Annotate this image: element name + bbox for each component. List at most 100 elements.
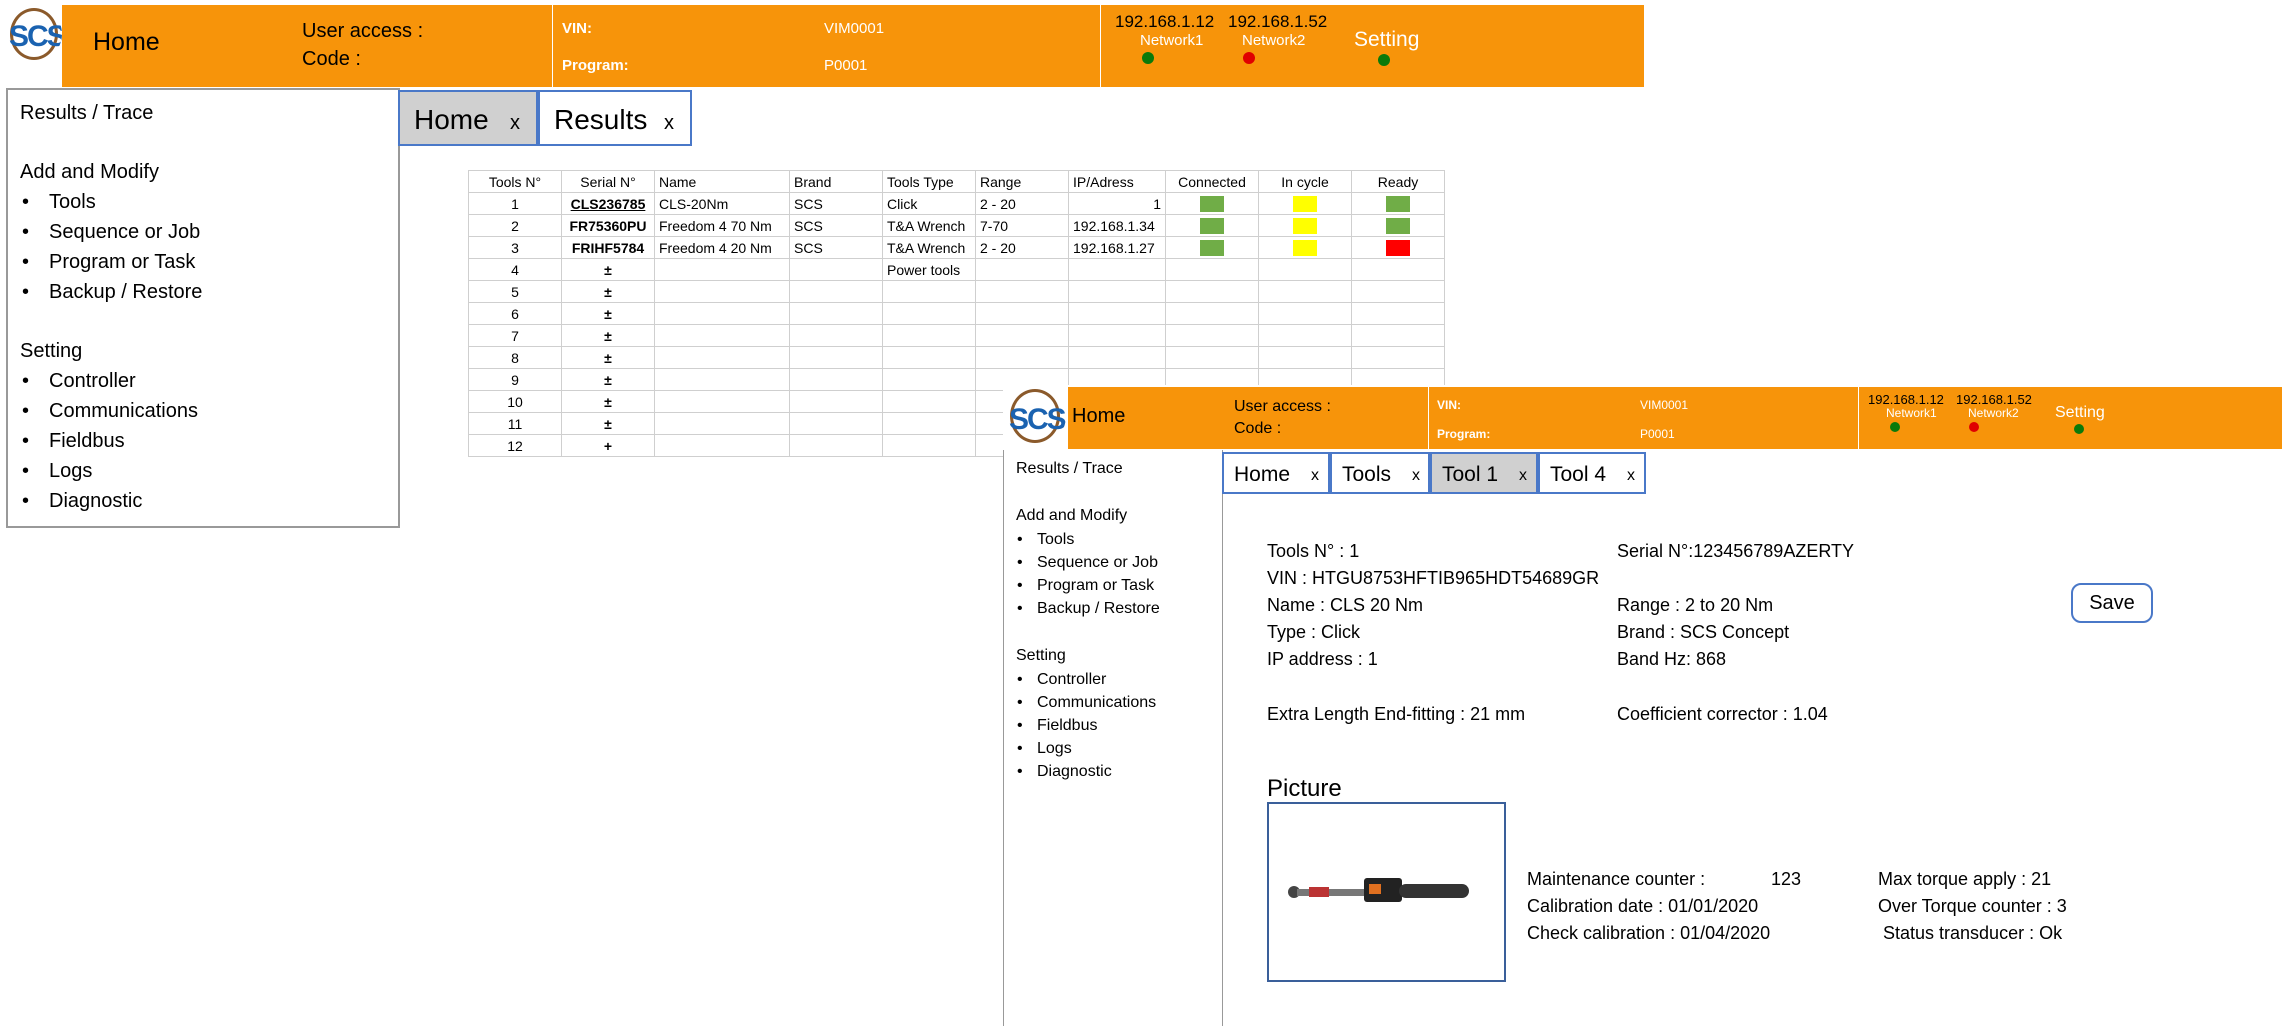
add-tool-icon[interactable]: ± (561, 280, 655, 303)
col-name: Name (654, 170, 790, 193)
save-button[interactable]: Save (2071, 583, 2153, 623)
table-cell (1165, 280, 1259, 303)
status-square (1293, 218, 1317, 235)
cell-serial[interactable]: FRIHF5784 (561, 236, 655, 259)
tab-close-icon[interactable]: x (1412, 467, 1420, 485)
sidebar-item-diagnostic[interactable]: Diagnostic (1037, 763, 1112, 781)
add-tool-icon[interactable]: + (561, 434, 655, 457)
setting-link[interactable]: Setting (1354, 28, 1419, 52)
sidebar-item-communications[interactable]: Communications (1037, 694, 1156, 712)
tab-tools[interactable]: Tools x (1330, 452, 1430, 494)
cell-serial[interactable]: CLS236785 (561, 192, 655, 215)
sidebar-item-sequence[interactable]: Sequence or Job (49, 221, 200, 244)
tab-close-icon[interactable]: x (1627, 467, 1635, 485)
add-tool-icon[interactable]: ± (561, 390, 655, 413)
cell-type: Power tools (882, 258, 976, 281)
table-row[interactable]: 5 ± (468, 280, 1445, 303)
sidebar-item-controller[interactable]: Controller (1037, 671, 1106, 689)
add-tool-icon[interactable]: ± (561, 258, 655, 281)
col-serial: Serial N° (561, 170, 655, 193)
table-cell (882, 412, 976, 435)
bullet: • (22, 370, 30, 392)
user-access-label: User access : (302, 20, 424, 42)
sidebar-item-diagnostic[interactable]: Diagnostic (49, 490, 142, 513)
cell-range: 7-70 (975, 214, 1069, 237)
sidebar-item-fieldbus[interactable]: Fieldbus (49, 430, 125, 453)
sidebar-item-results[interactable]: Results / Trace (1016, 460, 1123, 478)
network2-label: Network2 (1968, 406, 2019, 420)
tab-tool-1[interactable]: Tool 1 x (1430, 452, 1538, 494)
add-tool-icon[interactable]: ± (561, 412, 655, 435)
table-row[interactable]: 7 ± (468, 324, 1445, 347)
col-ready: Ready (1351, 170, 1445, 193)
sidebar-item-communications[interactable]: Communications (49, 400, 198, 423)
sidebar-item-backup[interactable]: Backup / Restore (1037, 600, 1160, 618)
add-tool-icon[interactable]: ± (561, 346, 655, 369)
table-cell (1258, 258, 1352, 281)
sidebar-item-backup[interactable]: Backup / Restore (49, 281, 202, 304)
cell-tools-no: 5 (468, 280, 562, 303)
sidebar-item-program[interactable]: Program or Task (1037, 577, 1154, 595)
add-tool-icon[interactable]: ± (561, 324, 655, 347)
bullet: • (1017, 694, 1023, 711)
home-title[interactable]: Home (1072, 405, 1125, 428)
info-brand: Brand : SCS Concept (1617, 622, 1790, 642)
ip-network2: 192.168.1.52 (1228, 12, 1328, 31)
bullet: • (1017, 531, 1023, 548)
info-ip: IP address : 1 (1267, 649, 1378, 669)
sidebar-item-results[interactable]: Results / Trace (20, 102, 153, 125)
bullet: • (1017, 577, 1023, 594)
table-cell (882, 368, 976, 391)
cell-ready (1351, 214, 1445, 237)
tab-label: Tools (1342, 463, 1392, 486)
col-range: Range (975, 170, 1069, 193)
sidebar-item-logs[interactable]: Logs (49, 460, 92, 483)
cell-serial[interactable]: FR75360PU (561, 214, 655, 237)
table-cell (654, 390, 790, 413)
add-tool-icon[interactable]: ± (561, 368, 655, 391)
tab-close-icon[interactable]: x (664, 112, 674, 135)
tab-close-icon[interactable]: x (1519, 467, 1527, 485)
table-row[interactable]: 3 FRIHF5784 Freedom 4 20 Nm SCS T&A Wren… (468, 236, 1445, 259)
sidebar-item-logs[interactable]: Logs (1037, 740, 1072, 758)
tab-tool-4[interactable]: Tool 4 x (1538, 452, 1646, 494)
vin-label: VIN: (1437, 398, 1461, 412)
status-square (1293, 196, 1317, 213)
status-square (1386, 196, 1410, 213)
sidebar-item-sequence[interactable]: Sequence or Job (1037, 554, 1158, 572)
table-row[interactable]: 1 CLS236785 CLS-20Nm SCS Click 2 - 20 1 (468, 192, 1445, 215)
sidebar-item-controller[interactable]: Controller (49, 370, 136, 393)
table-row[interactable]: 8 ± (468, 346, 1445, 369)
table-cell (654, 324, 790, 347)
table-row[interactable]: 2 FR75360PU Freedom 4 70 Nm SCS T&A Wren… (468, 214, 1445, 237)
tab-close-icon[interactable]: x (1311, 467, 1319, 485)
check-calibration: Check calibration : 01/04/2020 (1527, 923, 1771, 943)
sidebar-item-fieldbus[interactable]: Fieldbus (1037, 717, 1097, 735)
table-row[interactable]: 6 ± (468, 302, 1445, 325)
scs-logo: SCS (6, 6, 62, 62)
add-tool-icon[interactable]: ± (561, 302, 655, 325)
tab-close-icon[interactable]: x (510, 112, 520, 135)
cell-tools-no: 3 (468, 236, 562, 259)
table-row[interactable]: 4 ± Power tools (468, 258, 1445, 281)
sidebar-item-program[interactable]: Program or Task (49, 251, 195, 274)
col-ip: IP/Adress (1068, 170, 1166, 193)
cell-tools-no: 4 (468, 258, 562, 281)
table-cell (789, 346, 883, 369)
tab-home[interactable]: Home x (1222, 452, 1330, 494)
tab-home[interactable]: Home x (398, 90, 538, 146)
cell-range: 2 - 20 (975, 192, 1069, 215)
sidebar-item-tools[interactable]: Tools (1037, 531, 1074, 549)
table-cell (975, 280, 1069, 303)
cell-ready (1351, 192, 1445, 215)
home-title[interactable]: Home (93, 28, 160, 57)
table-cell (882, 346, 976, 369)
table-cell (789, 368, 883, 391)
tab-results[interactable]: Results x (538, 90, 692, 146)
setting-link[interactable]: Setting (2055, 404, 2105, 422)
sidebar-item-tools[interactable]: Tools (49, 191, 96, 214)
status-square (1386, 218, 1410, 235)
ip-network1: 192.168.1.12 (1868, 392, 1944, 407)
cell-tools-no: 8 (468, 346, 562, 369)
table-cell (1165, 258, 1259, 281)
